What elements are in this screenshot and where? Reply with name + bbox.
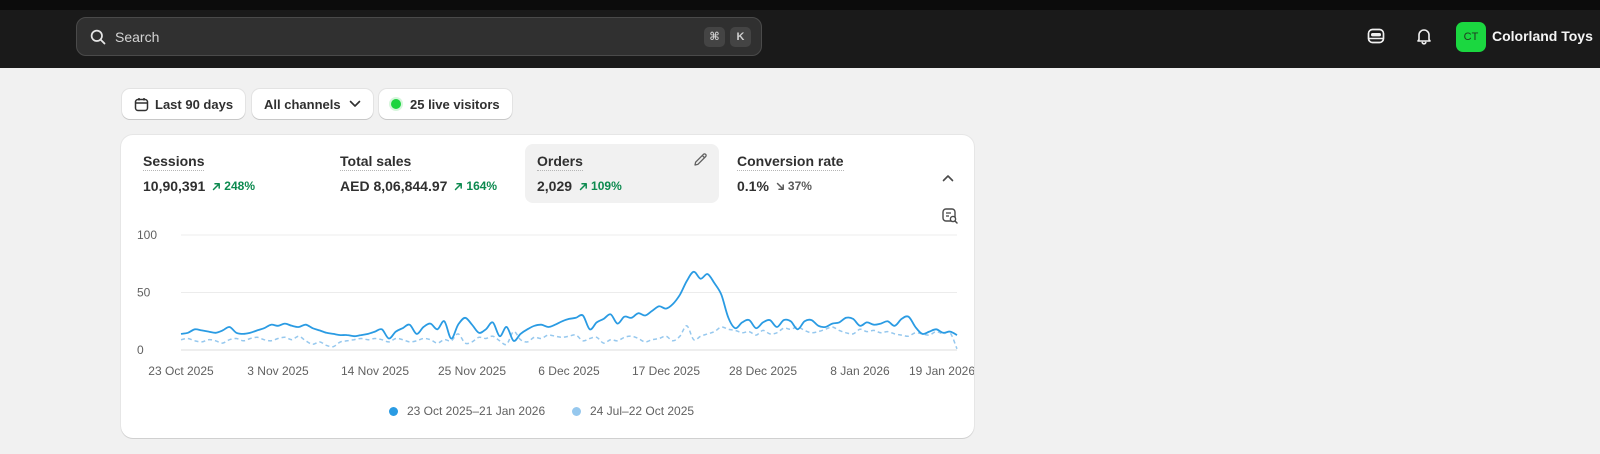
orders-line-chart: 0 50 100 23 Oct 2025 3 Nov 2025 14 Nov 2025 25… xyxy=(137,228,974,378)
x-tick-label: 19 Jan 2026 xyxy=(909,364,974,378)
y-tick-label: 0 xyxy=(137,343,144,357)
date-range-label: Last 90 days xyxy=(155,96,234,112)
x-tick-label: 28 Dec 2025 xyxy=(729,364,797,378)
live-indicator-icon xyxy=(391,99,401,109)
y-tick-label: 50 xyxy=(137,286,151,300)
channel-select[interactable]: All channels xyxy=(252,89,373,119)
y-tick-label: 100 xyxy=(137,228,157,242)
date-range-button[interactable]: Last 90 days xyxy=(122,89,246,119)
bell-icon[interactable] xyxy=(1414,26,1434,46)
store-avatar[interactable]: CT xyxy=(1456,22,1486,52)
x-tick-label: 17 Dec 2025 xyxy=(632,364,700,378)
metrics-card: Sessions 10,90,391 248% Total sales AED … xyxy=(121,135,974,438)
legend-item-previous[interactable]: 24 Jul–22 Oct 2025 xyxy=(572,404,694,418)
chevron-down-icon xyxy=(349,100,361,108)
store-name[interactable]: Colorland Toys xyxy=(1492,28,1593,44)
legend-swatch xyxy=(572,406,581,416)
series-line-previous[interactable] xyxy=(180,325,958,350)
x-tick-label: 25 Nov 2025 xyxy=(438,364,506,378)
legend-label: 23 Oct 2025–21 Jan 2026 xyxy=(407,404,546,418)
k-key-badge: K xyxy=(730,26,751,47)
live-visitors-label: 25 live visitors xyxy=(410,96,500,112)
series-line-current[interactable] xyxy=(180,270,958,342)
top-strip xyxy=(0,0,1600,10)
live-visitors-button[interactable]: 25 live visitors xyxy=(379,89,512,119)
legend-item-current[interactable]: 23 Oct 2025–21 Jan 2026 xyxy=(389,404,545,418)
x-tick-label: 8 Jan 2026 xyxy=(830,364,890,378)
x-tick-label: 23 Oct 2025 xyxy=(148,364,214,378)
command-key-badge: ⌘ xyxy=(704,26,725,47)
store-switch-icon[interactable] xyxy=(1366,26,1386,46)
x-tick-label: 6 Dec 2025 xyxy=(538,364,600,378)
x-tick-label: 3 Nov 2025 xyxy=(247,364,309,378)
legend-label: 24 Jul–22 Oct 2025 xyxy=(590,404,695,418)
search-bar[interactable]: Search ⌘ K xyxy=(76,17,762,56)
calendar-icon xyxy=(134,97,149,112)
legend-swatch xyxy=(389,406,398,416)
channel-label: All channels xyxy=(264,96,341,112)
search-input[interactable]: Search xyxy=(115,29,699,45)
x-tick-label: 14 Nov 2025 xyxy=(341,364,409,378)
search-icon xyxy=(89,28,107,46)
